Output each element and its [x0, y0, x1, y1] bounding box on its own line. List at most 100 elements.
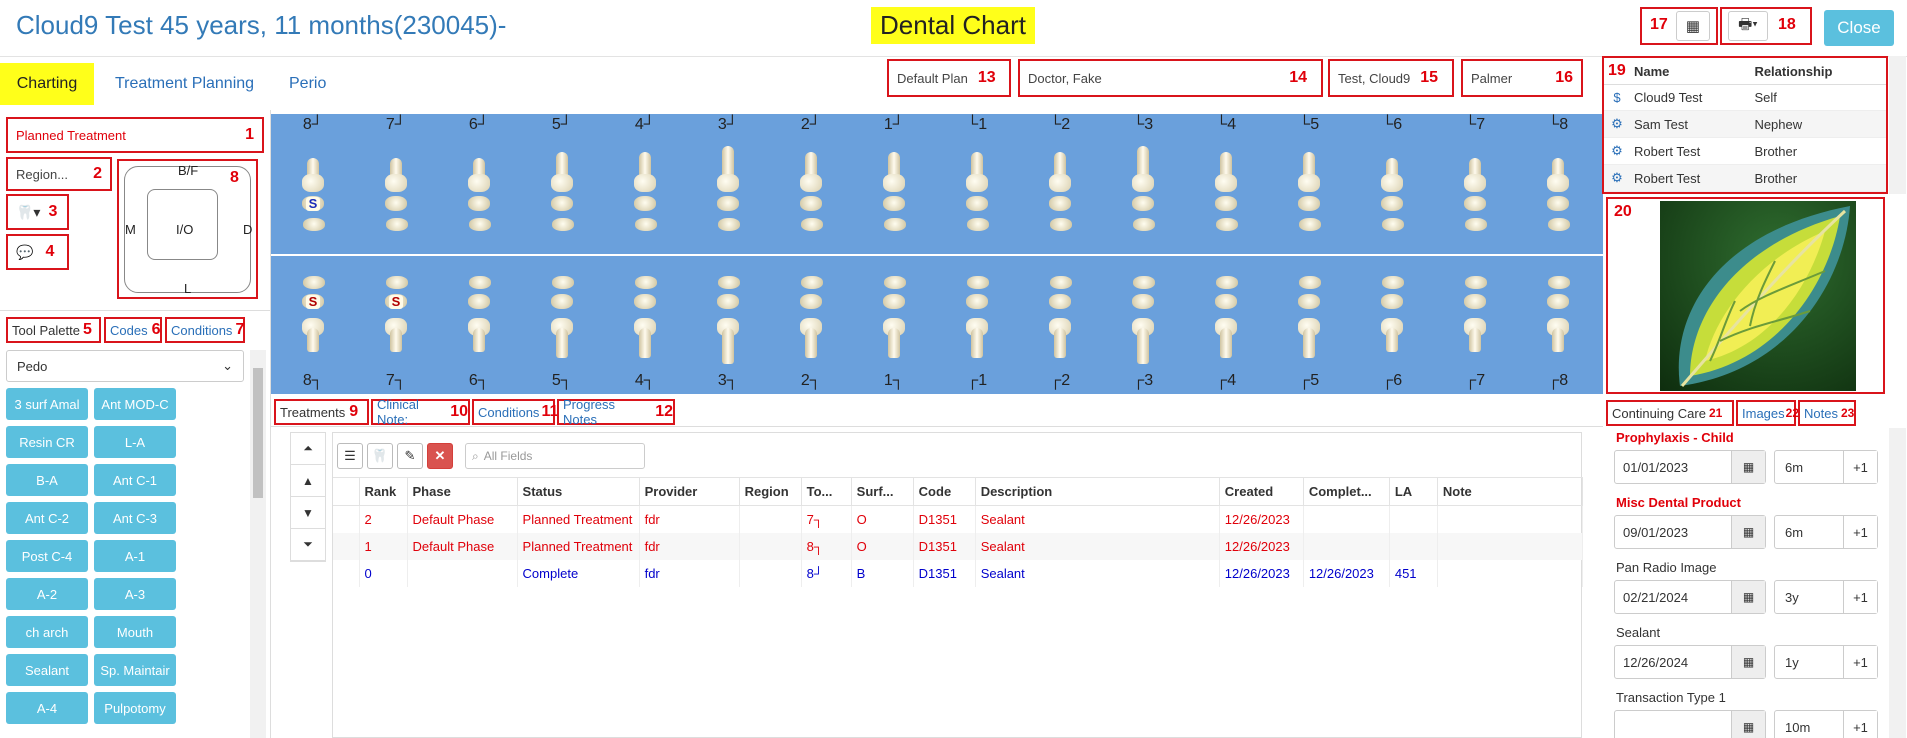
tooth-dropdown-button[interactable]: 🦷▾ 3 [6, 194, 69, 230]
print-button[interactable]: 🖶▾ 18 [1720, 7, 1812, 45]
column-header[interactable]: Rank [359, 477, 408, 506]
family-row[interactable]: ⚙ Sam Test Nephew [1604, 110, 1886, 138]
comment-button[interactable]: 💬 4 [6, 234, 69, 270]
tab-treatment-planning[interactable]: Treatment Planning [115, 75, 254, 93]
palette-button[interactable]: Ant C-3 [94, 502, 176, 534]
surface-selector[interactable]: B/F M I/O D L 8 [117, 159, 258, 299]
tab-codes[interactable]: Codes 6 [104, 317, 162, 343]
palette-button[interactable]: Ant C-1 [94, 464, 176, 496]
family-members-table[interactable]: 19 Name Relationship $ Cloud9 Test Self … [1602, 56, 1888, 194]
doctor-field[interactable]: Doctor, Fake 14 [1018, 59, 1323, 97]
column-header[interactable]: Region [739, 477, 802, 506]
column-header[interactable]: Description [975, 477, 1220, 506]
table-row[interactable]: 1 Default Phase Planned Treatment fdr 8┐ O D13… [333, 532, 1584, 560]
care-interval-input[interactable]: 1y +1 [1774, 645, 1878, 679]
calendar-icon[interactable]: ▦ [1731, 646, 1765, 678]
column-header[interactable]: To... [801, 477, 852, 506]
patient-title[interactable]: Cloud9 Test 45 years, 11 months(230045)- [16, 10, 506, 41]
care-date-input[interactable]: ▦ [1614, 710, 1766, 738]
delete-button[interactable]: ✕ [427, 443, 453, 469]
column-header[interactable]: Phase [407, 477, 518, 506]
tab-continuing-care[interactable]: Continuing Care 21 [1606, 400, 1734, 426]
calendar-icon[interactable]: ▦ [1731, 711, 1765, 738]
family-row[interactable]: ⚙ Robert Test Brother [1604, 164, 1886, 192]
select-column-header[interactable] [333, 477, 360, 506]
row-select-cell[interactable] [333, 559, 360, 587]
tab-clinical-notes[interactable]: Clinical Note: 10 [371, 397, 470, 427]
patient-field[interactable]: Test, Cloud9 15 [1328, 59, 1454, 97]
increment-button[interactable]: +1 [1843, 581, 1877, 613]
care-date-input[interactable]: 02/21/2024 ▦ [1614, 580, 1766, 614]
sealant-marker[interactable]: S [389, 295, 403, 309]
continuing-care-scrollbar[interactable] [1889, 428, 1906, 738]
move-bottom-button[interactable]: ⏷ [291, 529, 325, 561]
care-date-input[interactable]: 01/01/2023 ▦ [1614, 450, 1766, 484]
calendar-icon[interactable]: ▦ [1731, 581, 1765, 613]
menu-button[interactable]: ☰ [337, 443, 363, 469]
tab-notes[interactable]: Notes 23 [1798, 400, 1856, 426]
palette-button[interactable]: ch arch [6, 616, 88, 648]
tab-tool-palette[interactable]: Tool Palette 5 [6, 317, 101, 343]
calendar-icon[interactable]: ▦ [1731, 516, 1765, 548]
palette-button[interactable]: Mouth [94, 616, 176, 648]
palette-button[interactable]: A-3 [94, 578, 176, 610]
column-header[interactable]: Surf... [851, 477, 914, 506]
move-down-button[interactable]: ▼ [291, 497, 325, 529]
increment-button[interactable]: +1 [1843, 451, 1877, 483]
tab-conditions[interactable]: Conditions 7 [165, 317, 245, 343]
tab-perio[interactable]: Perio [289, 75, 326, 93]
column-header[interactable]: Code [913, 477, 976, 506]
care-interval-input[interactable]: 6m +1 [1774, 450, 1878, 484]
tab-conditions-notes[interactable]: Conditions 11 [472, 399, 558, 425]
left-scrollbar[interactable] [250, 350, 266, 738]
palette-button[interactable]: Sp. Maintair [94, 654, 176, 686]
increment-button[interactable]: +1 [1843, 646, 1877, 678]
left-scrollbar-thumb[interactable] [253, 368, 263, 498]
palette-button[interactable]: A-2 [6, 578, 88, 610]
sealant-marker[interactable]: S [306, 295, 320, 309]
numbering-field[interactable]: Palmer 16 [1461, 59, 1583, 97]
tooth-filter-button[interactable]: 🦷 [367, 443, 393, 469]
calendar-icon[interactable]: ▦ [1731, 451, 1765, 483]
column-header[interactable]: Note [1437, 477, 1584, 506]
plan-field[interactable]: Default Plan 13 [887, 59, 1011, 97]
tab-progress-notes[interactable]: Progress Notes 12 [557, 397, 675, 427]
edit-button[interactable]: ✎ [397, 443, 423, 469]
sealant-marker[interactable]: S [306, 197, 320, 211]
column-header[interactable]: Provider [639, 477, 740, 506]
tooth-chart[interactable]: 8┘ 8┐ 7┘ 7┐ 6┘ 6┐ 5┘ 5┐ 4┘ 4┐ 3┘ 3┐ 2┘ 2┐ 1┘ 1┐ └1 ┌1 └2 ┌2… [271, 114, 1603, 394]
palette-button[interactable]: A-4 [6, 692, 88, 724]
tab-images[interactable]: Images 22 [1736, 400, 1799, 426]
table-row[interactable]: 2 Default Phase Planned Treatment fdr 7┐ O D13… [333, 505, 1584, 533]
palette-button[interactable]: Sealant [6, 654, 88, 686]
calculator-button[interactable]: 17 ▦ [1640, 7, 1718, 45]
tab-treatments[interactable]: Treatments 9 [274, 399, 369, 425]
search-input[interactable]: ⌕ All Fields [465, 443, 645, 469]
column-header[interactable]: Status [517, 477, 640, 506]
palette-button[interactable]: L-A [94, 426, 176, 458]
family-row[interactable]: $ Cloud9 Test Self [1604, 84, 1886, 111]
move-top-button[interactable]: ⏶ [291, 433, 325, 465]
increment-button[interactable]: +1 [1843, 711, 1877, 738]
palette-button[interactable]: A-1 [94, 540, 176, 572]
planned-treatment-field[interactable]: Planned Treatment 1 [6, 117, 264, 153]
palette-button[interactable]: B-A [6, 464, 88, 496]
tab-charting[interactable]: Charting [0, 63, 94, 105]
palette-button[interactable]: Post C-4 [6, 540, 88, 572]
palette-button[interactable]: Ant MOD-C [94, 388, 176, 420]
table-row[interactable]: 0 Complete fdr 8┘ B D1351 Sealant 12/26/2023 12/… [333, 559, 1584, 587]
column-header[interactable]: LA [1389, 477, 1438, 506]
move-up-button[interactable]: ▲ [291, 465, 325, 497]
care-interval-input[interactable]: 3y +1 [1774, 580, 1878, 614]
care-interval-input[interactable]: 6m +1 [1774, 515, 1878, 549]
care-date-input[interactable]: 09/01/2023 ▦ [1614, 515, 1766, 549]
family-scrollbar[interactable] [1889, 56, 1906, 194]
care-date-input[interactable]: 12/26/2024 ▦ [1614, 645, 1766, 679]
row-select-cell[interactable] [333, 505, 360, 533]
care-interval-input[interactable]: 10m +1 [1774, 710, 1878, 738]
close-button[interactable]: Close [1824, 10, 1894, 46]
treatments-table[interactable]: Rank Phase Status Provider Region To... Surf..… [333, 477, 1584, 587]
increment-button[interactable]: +1 [1843, 516, 1877, 548]
row-select-cell[interactable] [333, 532, 360, 560]
palette-button[interactable]: Pulpotomy [94, 692, 176, 724]
